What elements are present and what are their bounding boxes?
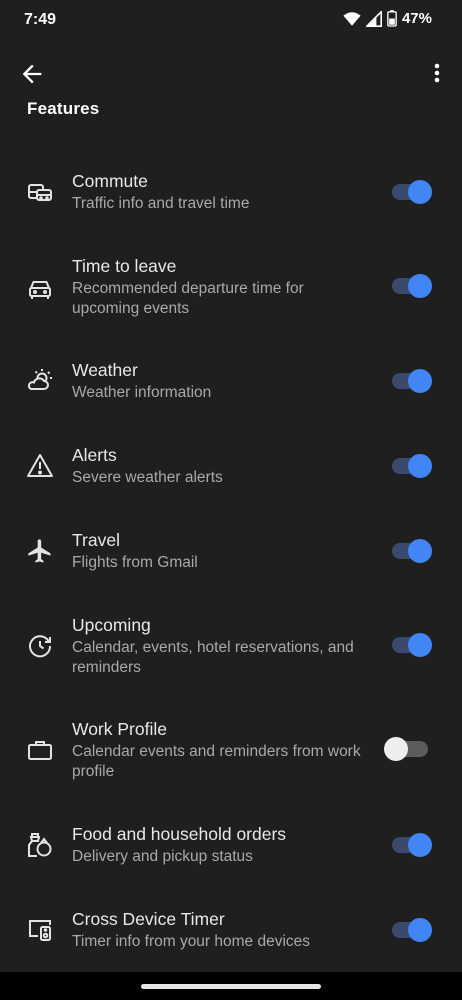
travel-toggle[interactable] — [390, 539, 432, 563]
flight-icon — [26, 537, 54, 565]
toggle-thumb — [408, 833, 432, 857]
status-icons: 47% — [343, 10, 432, 27]
warning-icon — [26, 452, 54, 480]
cross-device-timer-toggle[interactable] — [390, 918, 432, 942]
item-subtitle: Calendar, events, hotel reservations, an… — [72, 639, 354, 676]
item-text: Alerts Severe weather alerts — [72, 444, 362, 488]
home-gesture-handle[interactable] — [141, 984, 321, 989]
food-orders-toggle[interactable] — [390, 833, 432, 857]
item-text: Weather Weather information — [72, 359, 362, 403]
wifi-icon — [343, 11, 361, 27]
toggle-thumb — [408, 633, 432, 657]
toggle-thumb — [384, 737, 408, 761]
item-subtitle: Calendar events and reminders from work … — [72, 743, 361, 780]
item-title: Time to leave — [72, 256, 177, 276]
item-subtitle: Traffic info and travel time — [72, 195, 250, 212]
item-title: Cross Device Timer — [72, 909, 225, 929]
section-title: Features — [27, 99, 100, 118]
item-subtitle: Flights from Gmail — [72, 554, 198, 571]
status-bar: 7:49 47% — [0, 0, 462, 40]
battery-icon — [387, 10, 397, 27]
car-icon — [26, 275, 54, 303]
item-text: Time to leave Recommended departure time… — [72, 255, 362, 319]
device-timer-icon — [26, 916, 54, 944]
toggle-thumb — [408, 180, 432, 204]
item-text: Food and household orders Delivery and p… — [72, 823, 362, 867]
item-text: Work Profile Calendar events and reminde… — [72, 718, 362, 782]
upcoming-icon — [26, 632, 54, 660]
back-button[interactable] — [18, 60, 46, 88]
weather-icon — [26, 367, 54, 395]
more-vert-icon — [432, 63, 442, 92]
item-title: Work Profile — [72, 719, 167, 739]
orders-icon — [26, 831, 54, 859]
item-subtitle: Severe weather alerts — [72, 469, 223, 486]
more-options-button[interactable] — [432, 60, 442, 88]
item-subtitle: Weather information — [72, 384, 212, 401]
cell-signal-icon — [365, 10, 382, 27]
commute-toggle[interactable] — [390, 180, 432, 204]
item-text: Cross Device Timer Timer info from your … — [72, 908, 362, 952]
item-title: Food and household orders — [72, 824, 287, 844]
battery-percentage: 47% — [401, 10, 432, 27]
item-title: Commute — [72, 171, 148, 191]
item-text: Commute Traffic info and travel time — [72, 170, 362, 214]
item-subtitle: Delivery and pickup status — [72, 848, 253, 865]
app-bar — [0, 48, 462, 98]
arrow-back-icon — [18, 64, 46, 92]
toggle-thumb — [408, 454, 432, 478]
commute-icon — [26, 178, 54, 206]
weather-toggle[interactable] — [390, 369, 432, 393]
item-subtitle: Timer info from your home devices — [72, 933, 311, 950]
item-title: Travel — [72, 530, 120, 550]
item-subtitle: Recommended departure time for upcoming … — [72, 280, 304, 317]
upcoming-toggle[interactable] — [390, 633, 432, 657]
item-title: Alerts — [72, 445, 117, 465]
alerts-toggle[interactable] — [390, 454, 432, 478]
briefcase-icon — [26, 736, 54, 764]
navigation-bar — [0, 972, 462, 1000]
toggle-thumb — [408, 369, 432, 393]
time-to-leave-toggle[interactable] — [390, 274, 432, 298]
status-time: 7:49 — [24, 11, 57, 28]
item-title: Upcoming — [72, 615, 151, 635]
toggle-thumb — [408, 918, 432, 942]
item-text: Upcoming Calendar, events, hotel reserva… — [72, 614, 362, 678]
item-text: Travel Flights from Gmail — [72, 529, 362, 573]
toggle-thumb — [408, 274, 432, 298]
toggle-thumb — [408, 539, 432, 563]
item-title: Weather — [72, 360, 138, 380]
work-profile-toggle[interactable] — [384, 737, 432, 761]
